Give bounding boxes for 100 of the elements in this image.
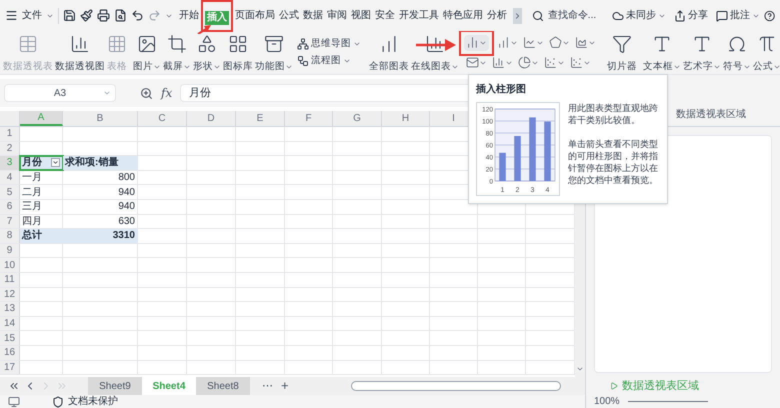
row-header[interactable]: 1 [0,127,20,141]
menu-icon[interactable] [5,9,18,22]
expand-icon [610,382,618,390]
menu-tab[interactable]: 页面布局 [232,8,277,22]
row-header[interactable]: 16 [0,346,20,360]
row-header[interactable]: 10 [0,258,20,272]
ribbon-button[interactable]: 思维导图 [297,38,361,50]
ribbon-button[interactable]: 公式 [752,34,780,72]
row-header[interactable]: 13 [0,302,20,316]
box-icon [264,34,284,54]
menu-tab[interactable]: 视图 [348,8,373,22]
row-header[interactable]: 7 [0,214,20,228]
print-icon[interactable] [96,9,110,22]
tooltip-title: 插入柱形图 [476,82,527,97]
caret-icon [353,40,361,48]
scroll-down-icon[interactable] [576,365,584,373]
cell-text: 3310 [112,229,135,244]
protection-status[interactable]: 文档未保护 [52,396,118,408]
column-header[interactable]: E [236,111,285,126]
filter-icon [612,34,632,54]
row-header[interactable]: 15 [0,331,20,345]
line-chart-icon [523,36,536,49]
search-field[interactable]: 查找命令... [532,8,604,23]
menu-tab[interactable]: 安全 [372,8,397,22]
sheet-tab[interactable]: Sheet8 [196,377,250,395]
undo-icon[interactable] [130,9,144,22]
menu-tab[interactable]: 特色应用 [440,8,485,22]
first-sheet-icon[interactable] [8,380,20,392]
column-header[interactable]: D [187,111,236,126]
ribbon-button[interactable]: 切片器 [606,34,638,72]
envelope-icon [466,56,479,69]
row-header[interactable]: 11 [0,272,20,287]
zoom-icon[interactable] [140,86,153,100]
cloud-icon [612,10,624,22]
brush-icon[interactable] [80,9,93,22]
ribbon-button[interactable]: 形状 [192,34,222,72]
add-sheet-button[interactable]: + [281,376,289,396]
name-box[interactable]: A3 [4,84,116,102]
file-menu[interactable]: 文件 [22,8,42,23]
menu-tab[interactable]: 分析 [484,8,509,22]
horizontal-scrollbar[interactable] [351,381,561,391]
monitor-icon[interactable] [8,396,20,408]
row-header[interactable]: 5 [0,185,20,199]
cell-text: 630 [118,214,135,229]
zoom-level[interactable]: 100% [594,396,620,406]
row-header[interactable]: 6 [0,200,20,214]
column-header[interactable]: C [138,111,187,126]
comment-icon [716,10,728,22]
column-header[interactable]: G [333,111,382,126]
menu-tab[interactable]: 开始 [176,8,201,22]
ribbon-button[interactable]: 截屏 [162,34,192,72]
more-sheets-button[interactable]: ⋯ [262,378,273,394]
ribbon-button[interactable]: 图标库 [222,34,254,72]
menu-tab[interactable]: 数据 [300,8,325,22]
menu-tab[interactable]: 公式 [276,8,301,22]
toolbar-button[interactable]: 分享 [674,8,708,23]
bar-chart-icon [492,56,505,69]
ribbon-button[interactable]: 功能图 [254,34,294,72]
cell-text: 总计 [22,228,42,244]
row-header[interactable]: 12 [0,288,20,302]
share-icon [674,10,686,22]
network-icon [297,38,309,50]
ribbon-button[interactable]: 符号 [722,34,752,72]
ribbon-button[interactable]: 全部图表 [368,34,410,72]
filter-dropdown-icon[interactable] [51,158,60,168]
ribbon-button[interactable]: 图片 [132,34,162,72]
scatter-chart-icon [544,56,557,69]
ribbon-button[interactable]: 数据透视图 [54,34,106,72]
ribbon-button[interactable]: 在线图表 [410,34,460,72]
cell-text: 月份 [22,156,42,170]
row-header[interactable]: 17 [0,360,20,374]
save-icon[interactable] [62,9,76,22]
scroll-right-icon[interactable] [512,8,522,24]
menu-tab[interactable]: 审阅 [324,8,349,22]
grid-icon [107,34,127,54]
row-header[interactable]: 8 [0,229,20,243]
column-header[interactable]: F [285,111,333,126]
caret-icon [103,89,111,97]
menu-tab[interactable]: 开发工具 [396,8,441,22]
sheet-tab[interactable]: Sheet9 [88,377,142,395]
tooltip-text: 用此图表类型直观地跨若干类别比较值。 [568,102,659,126]
row-header[interactable]: 9 [0,244,20,258]
bar-chart-icon [70,34,90,54]
ribbon-button[interactable]: 艺术字 [682,34,722,72]
scatter-chart-icon [570,56,583,69]
tooltip-text: 单击箭头查看不同类型的可用柱形图，并将指针暂停在图标上方以在您的文档中查看预览。 [568,138,659,186]
help-icon[interactable] [764,8,775,22]
toolbar-button[interactable]: 未同步 [612,8,666,23]
row-header[interactable]: 14 [0,316,20,330]
ribbon-button[interactable]: 文本框 [642,34,682,72]
row-header[interactable]: 2 [0,142,20,156]
chart-type-button[interactable] [464,34,489,50]
column-header[interactable]: B [63,111,138,126]
bar-chart-icon [425,34,445,54]
preview-icon[interactable] [114,9,127,22]
toolbar-button[interactable]: 批注 [716,8,760,23]
column-header[interactable]: H [382,111,430,126]
search-icon [532,10,544,22]
ribbon-button[interactable]: 流程图 [297,55,361,67]
row-header[interactable]: 4 [0,170,20,184]
